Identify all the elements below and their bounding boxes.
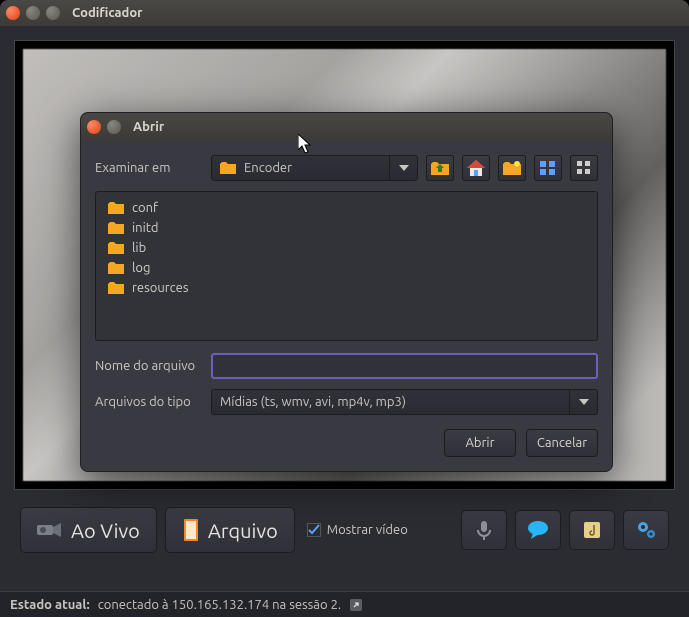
window-close-button[interactable] xyxy=(6,6,20,20)
main-titlebar: Codificador xyxy=(0,0,689,26)
folder-icon xyxy=(108,222,124,234)
show-video-label: Mostrar vídeo xyxy=(327,523,408,537)
chat-bubble-icon xyxy=(527,520,549,540)
folder-new-icon xyxy=(503,161,521,175)
examine-label: Examinar em xyxy=(95,161,203,175)
list-item[interactable]: lib xyxy=(104,238,589,258)
status-bar: Estado atual: conectado à 150.165.132.17… xyxy=(0,591,689,617)
filename-label: Nome do arquivo xyxy=(95,359,203,373)
bottom-toolbar: Ao Vivo Arquivo Mostrar vídeo xyxy=(14,504,675,556)
dialog-title: Abrir xyxy=(133,120,164,134)
folder-combo[interactable]: Encoder xyxy=(211,155,418,181)
music-note-icon xyxy=(582,520,602,540)
dialog-close-button[interactable] xyxy=(87,120,101,134)
home-icon xyxy=(467,160,485,176)
list-item-label: resources xyxy=(132,281,189,295)
list-item[interactable]: initd xyxy=(104,218,589,238)
live-button[interactable]: Ao Vivo xyxy=(20,507,157,553)
dialog-titlebar: Abrir xyxy=(81,113,612,141)
list-view-icon xyxy=(540,161,556,175)
gears-icon xyxy=(635,519,657,541)
show-video-checkbox[interactable]: Mostrar vídeo xyxy=(307,523,408,537)
list-item[interactable]: resources xyxy=(104,278,589,298)
music-note-button[interactable] xyxy=(569,510,615,550)
folder-icon xyxy=(220,162,236,174)
list-item-label: log xyxy=(132,261,151,275)
folder-icon xyxy=(108,262,124,274)
filetype-combo-value: Mídias (ts, wmv, avi, mp4v, mp3) xyxy=(220,395,406,409)
up-folder-button[interactable] xyxy=(426,155,454,181)
list-item-label: conf xyxy=(132,201,158,215)
new-folder-button[interactable] xyxy=(498,155,526,181)
external-link-icon[interactable] xyxy=(349,598,363,612)
microphone-button[interactable] xyxy=(461,510,507,550)
settings-button[interactable] xyxy=(623,510,669,550)
detail-view-button[interactable] xyxy=(570,155,598,181)
folder-up-icon xyxy=(431,161,449,175)
home-button[interactable] xyxy=(462,155,490,181)
cancel-button[interactable]: Cancelar xyxy=(526,429,598,457)
status-text: conectado à 150.165.132.174 na sessão 2. xyxy=(98,598,341,612)
dialog-minimize-button[interactable] xyxy=(107,120,121,134)
live-button-label: Ao Vivo xyxy=(71,519,140,542)
checkbox-icon xyxy=(307,523,321,537)
chevron-down-icon xyxy=(389,156,417,180)
filetype-label: Arquivos do tipo xyxy=(95,395,203,409)
filename-input[interactable] xyxy=(211,353,598,379)
folder-icon xyxy=(108,242,124,254)
file-list[interactable]: conf initd lib log resources xyxy=(95,191,598,341)
folder-icon xyxy=(108,202,124,214)
window-minimize-button[interactable] xyxy=(26,6,40,20)
window-maximize-button[interactable] xyxy=(46,6,60,20)
folder-combo-value: Encoder xyxy=(244,161,292,175)
window-title: Codificador xyxy=(72,6,143,20)
microphone-icon xyxy=(475,519,493,541)
list-item-label: lib xyxy=(132,241,146,255)
file-button[interactable]: Arquivo xyxy=(165,507,295,553)
status-label: Estado atual: xyxy=(10,598,90,612)
filetype-combo[interactable]: Mídias (ts, wmv, avi, mp4v, mp3) xyxy=(211,389,598,415)
camcorder-icon xyxy=(37,521,63,539)
list-item-label: initd xyxy=(132,221,158,235)
chevron-down-icon xyxy=(569,390,597,414)
list-item[interactable]: conf xyxy=(104,198,589,218)
list-item[interactable]: log xyxy=(104,258,589,278)
file-icon xyxy=(182,519,200,541)
open-file-dialog: Abrir Examinar em Encoder xyxy=(80,112,613,472)
chat-button[interactable] xyxy=(515,510,561,550)
grid-view-icon xyxy=(577,161,591,175)
open-button[interactable]: Abrir xyxy=(444,429,516,457)
file-button-label: Arquivo xyxy=(208,519,278,542)
folder-icon xyxy=(108,282,124,294)
list-view-button[interactable] xyxy=(534,155,562,181)
